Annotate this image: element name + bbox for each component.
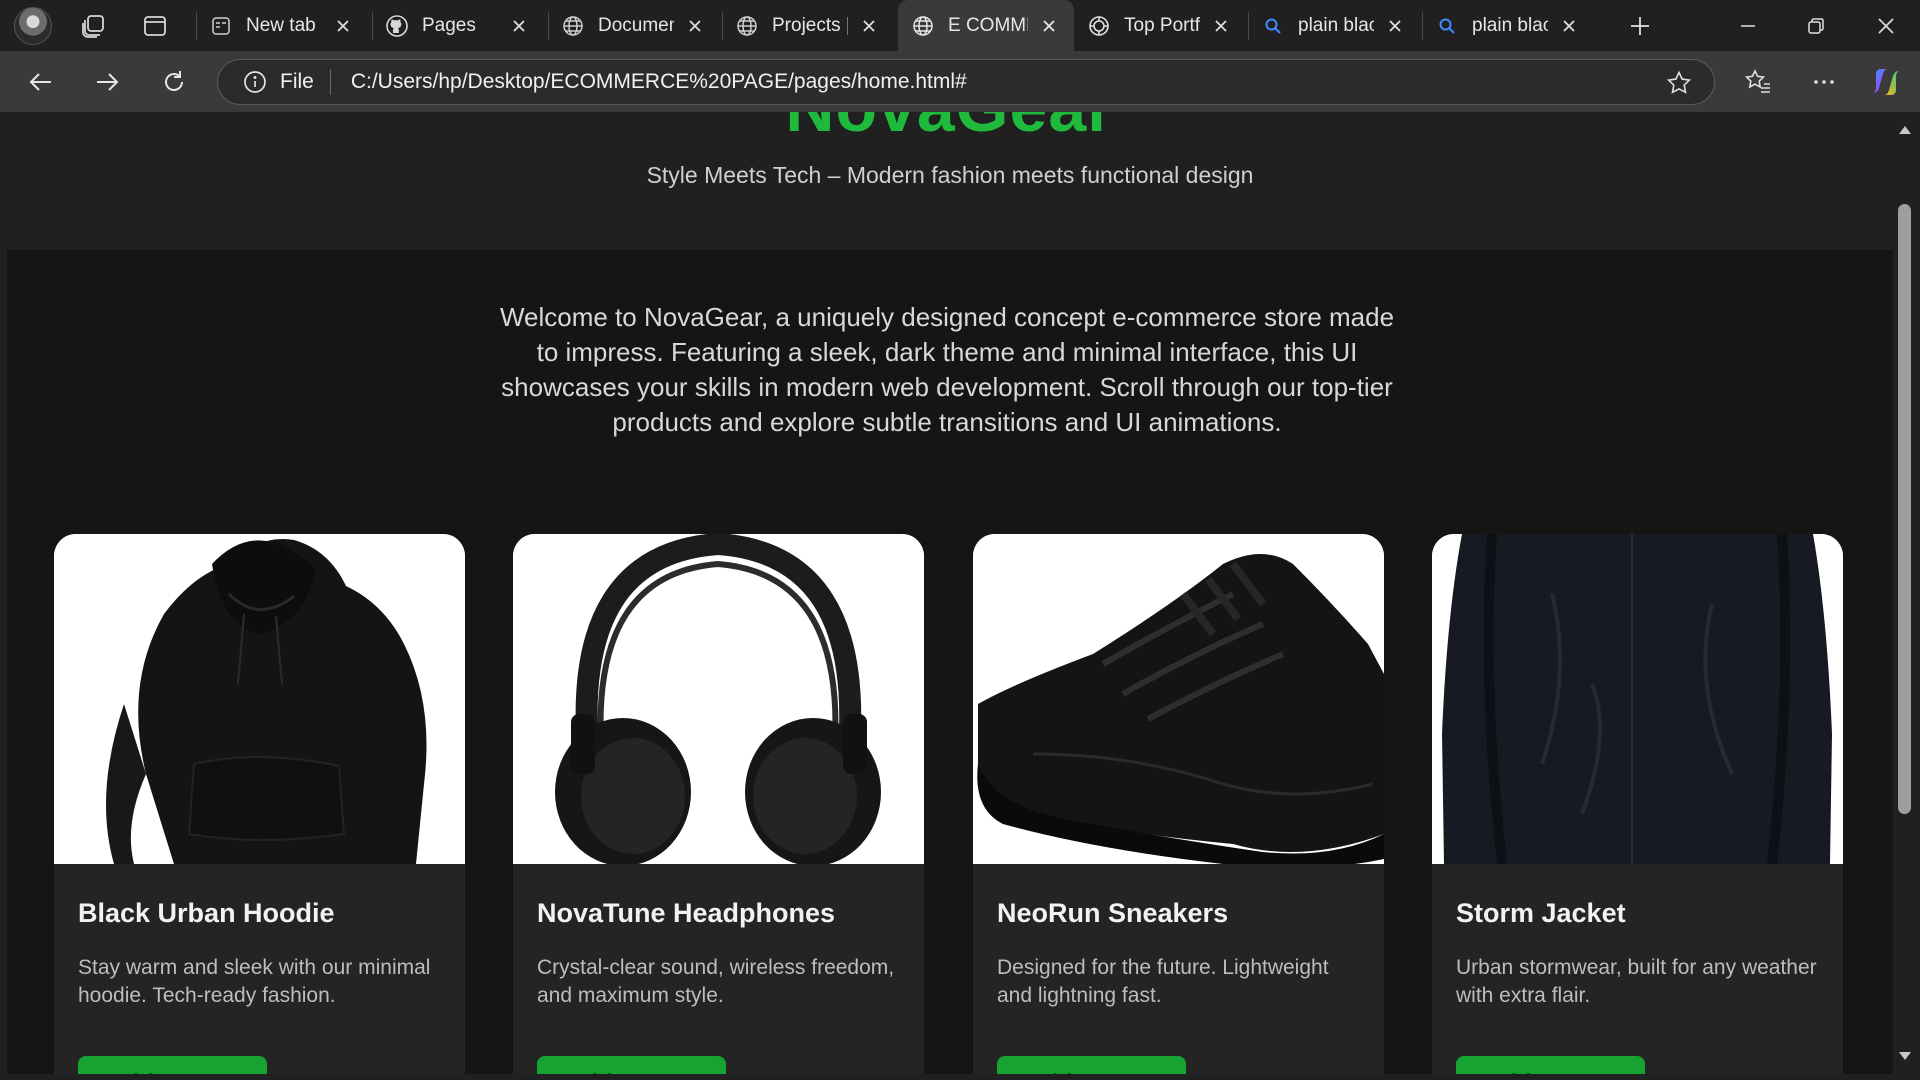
product-image-sneakers bbox=[973, 534, 1384, 864]
tab-separator bbox=[372, 12, 373, 40]
tab-pages[interactable]: Pages bbox=[372, 0, 544, 51]
tab-title: E COMMERC bbox=[948, 14, 1028, 36]
intro-paragraph: Welcome to NovaGear, a uniquely designed… bbox=[499, 302, 1395, 437]
product-image-jacket bbox=[1432, 534, 1843, 864]
tab-title: Top Portfo bbox=[1124, 14, 1200, 36]
add-to-cart-button[interactable]: Add to Cart bbox=[1456, 1056, 1645, 1074]
product-description: Designed for the future. Lightweight and… bbox=[997, 956, 1329, 1007]
workspaces-icon[interactable] bbox=[78, 11, 108, 41]
site-header: NovaGear Style Meets Tech – Modern fashi… bbox=[7, 112, 1893, 250]
close-icon[interactable] bbox=[508, 15, 530, 37]
tab-search-2[interactable]: plain black bbox=[1422, 0, 1594, 51]
tab-title: plain black bbox=[1298, 14, 1374, 36]
copilot-icon[interactable] bbox=[1867, 63, 1905, 101]
scroll-down-arrow-icon[interactable] bbox=[1897, 1048, 1913, 1064]
product-name: Black Urban Hoodie bbox=[78, 898, 335, 928]
brand-logo-text[interactable]: NovaGear bbox=[7, 112, 1893, 148]
github-icon bbox=[386, 14, 408, 37]
url-divider bbox=[329, 69, 331, 95]
page-scrollbar[interactable] bbox=[1893, 112, 1920, 1074]
more-options-icon[interactable] bbox=[1805, 63, 1843, 101]
favorite-star-icon[interactable] bbox=[1666, 70, 1692, 96]
url-text[interactable]: C:/Users/hp/Desktop/ECOMMERCE%20PAGE/pag… bbox=[351, 70, 967, 94]
scroll-up-arrow-icon[interactable] bbox=[1897, 122, 1913, 138]
address-bar[interactable]: File C:/Users/hp/Desktop/ECOMMERCE%20PAG… bbox=[217, 59, 1715, 105]
openai-icon bbox=[1088, 15, 1110, 37]
favorites-icon[interactable] bbox=[1739, 63, 1777, 101]
product-name: NovaTune Headphones bbox=[537, 898, 836, 928]
forward-button[interactable] bbox=[88, 63, 126, 101]
restore-button[interactable] bbox=[1782, 0, 1850, 51]
close-icon[interactable] bbox=[1038, 15, 1060, 37]
tab-separator bbox=[196, 12, 197, 40]
tab-separator bbox=[1422, 12, 1423, 40]
tab-title: Document bbox=[598, 14, 674, 36]
search-icon bbox=[1436, 15, 1458, 37]
profile-avatar[interactable] bbox=[14, 6, 52, 45]
search-icon bbox=[1262, 15, 1284, 37]
tab-search-1[interactable]: plain black bbox=[1248, 0, 1420, 51]
globe-icon bbox=[736, 15, 758, 37]
close-icon[interactable] bbox=[1558, 15, 1580, 37]
vertical-tabs-icon[interactable] bbox=[140, 11, 170, 41]
close-icon[interactable] bbox=[1384, 15, 1406, 37]
add-to-cart-button[interactable]: Add to Cart bbox=[997, 1056, 1186, 1074]
tab-new-tab[interactable]: New tab bbox=[196, 0, 368, 51]
browser-toolbar: File C:/Users/hp/Desktop/ECOMMERCE%20PAG… bbox=[0, 51, 1920, 112]
page-viewport: NovaGear Style Meets Tech – Modern fashi… bbox=[7, 112, 1893, 1074]
site-tagline: Style Meets Tech – Modern fashion meets … bbox=[646, 162, 1254, 188]
product-name: Storm Jacket bbox=[1456, 898, 1626, 928]
back-button[interactable] bbox=[22, 63, 60, 101]
tab-title: plain black bbox=[1472, 14, 1548, 36]
close-window-button[interactable] bbox=[1852, 0, 1920, 51]
tab-separator bbox=[1248, 12, 1249, 40]
add-to-cart-button[interactable]: Add to Cart bbox=[537, 1056, 726, 1074]
tab-title: Pages bbox=[422, 14, 476, 36]
tab-title: Projects | C bbox=[772, 14, 848, 36]
product-image-headphones bbox=[513, 534, 924, 864]
product-card-hoodie: Black Urban Hoodie Stay warm and sleek w… bbox=[54, 534, 465, 1074]
product-description: Stay warm and sleek with our minimal hoo… bbox=[78, 956, 431, 1007]
product-card-headphones: NovaTune Headphones Crystal-clear sound,… bbox=[513, 534, 924, 1074]
product-image-hoodie bbox=[54, 534, 465, 864]
browser-tab-strip: New tab Pages Document Projects | C E CO… bbox=[0, 0, 1920, 51]
close-icon[interactable] bbox=[1210, 15, 1232, 37]
product-name: NeoRun Sneakers bbox=[997, 898, 1229, 928]
new-tab-page-icon bbox=[210, 15, 232, 37]
scrollbar-thumb[interactable] bbox=[1898, 204, 1911, 814]
tab-top-portfolio[interactable]: Top Portfo bbox=[1074, 0, 1246, 51]
product-description: Urban stormwear, built for any weather w… bbox=[1456, 956, 1817, 1007]
tab-separator bbox=[548, 12, 549, 40]
tab-ecommerce-active[interactable]: E COMMERC bbox=[898, 0, 1074, 51]
product-description: Crystal-clear sound, wireless freedom, a… bbox=[537, 956, 895, 1007]
tab-projects[interactable]: Projects | C bbox=[722, 0, 894, 51]
product-card-jacket: Storm Jacket Urban stormwear, built for … bbox=[1432, 534, 1843, 1074]
url-scheme-label: File bbox=[280, 70, 314, 93]
tab-separator bbox=[722, 12, 723, 40]
tab-document[interactable]: Document bbox=[548, 0, 720, 51]
minimize-button[interactable] bbox=[1714, 0, 1782, 51]
close-icon[interactable] bbox=[332, 15, 354, 37]
site-info-icon[interactable] bbox=[242, 69, 268, 95]
add-to-cart-button[interactable]: Add to Cart bbox=[78, 1056, 267, 1074]
globe-icon bbox=[562, 15, 584, 37]
tab-title: New tab bbox=[246, 14, 316, 36]
close-icon[interactable] bbox=[858, 15, 880, 37]
new-tab-button[interactable] bbox=[1620, 6, 1660, 46]
close-icon[interactable] bbox=[684, 15, 706, 37]
refresh-button[interactable] bbox=[155, 63, 193, 101]
globe-icon bbox=[912, 15, 934, 37]
product-card-sneakers: NeoRun Sneakers Designed for the future.… bbox=[973, 534, 1384, 1074]
